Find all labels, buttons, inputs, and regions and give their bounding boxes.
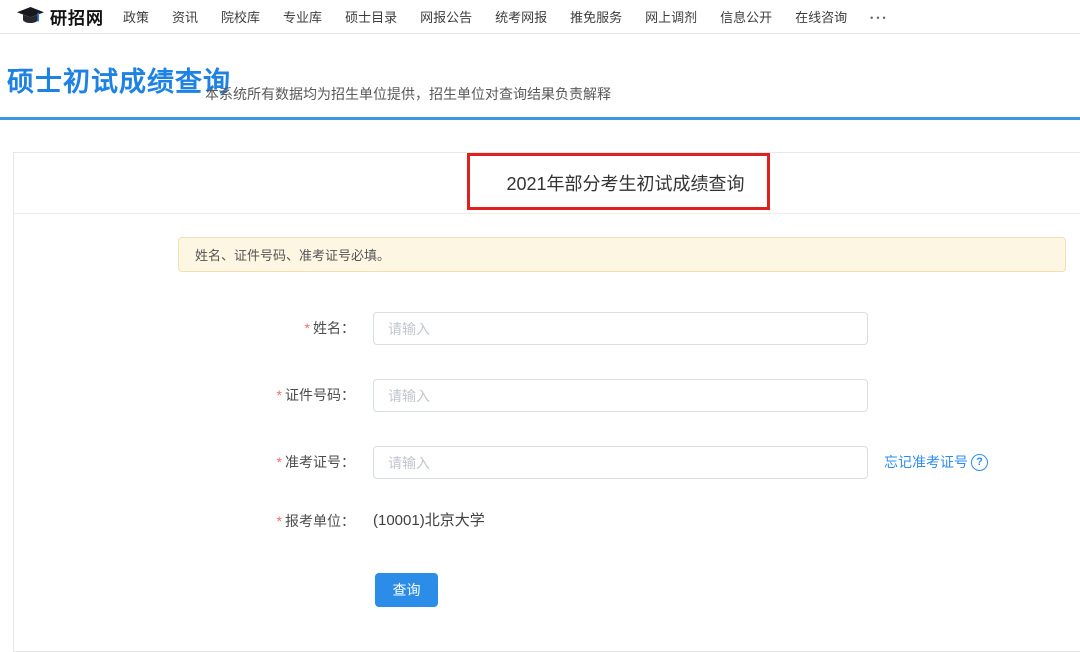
nav-item-news[interactable]: 资讯 bbox=[172, 7, 198, 26]
nav-item-online-report-notice[interactable]: 网报公告 bbox=[420, 7, 472, 26]
page-title: 硕士初试成绩查询 bbox=[7, 60, 231, 99]
nav-item-online-adjustment[interactable]: 网上调剂 bbox=[645, 7, 697, 26]
logo-text: 研招网 bbox=[50, 4, 104, 29]
nav-item-info-disclosure[interactable]: 信息公开 bbox=[720, 7, 772, 26]
required-asterisk: * bbox=[305, 320, 310, 336]
nav-item-online-consult[interactable]: 在线咨询 bbox=[795, 7, 847, 26]
ticket-number-label: *准考证号： bbox=[115, 446, 355, 479]
nav-item-school-library[interactable]: 院校库 bbox=[221, 7, 260, 26]
site-logo[interactable]: 研招网 bbox=[17, 4, 104, 29]
query-panel: 2021年部分考生初试成绩查询 姓名、证件号码、准考证号必填。 *姓名： *证件… bbox=[13, 152, 1080, 652]
name-input[interactable] bbox=[373, 312, 868, 345]
required-asterisk: * bbox=[277, 454, 282, 470]
more-menu-icon[interactable]: ••• bbox=[870, 11, 888, 23]
help-icon: ? bbox=[971, 454, 988, 471]
notice-text: 姓名、证件号码、准考证号必填。 bbox=[195, 245, 390, 264]
nav-item-policy[interactable]: 政策 bbox=[123, 7, 149, 26]
page-subtitle: 本系统所有数据均为招生单位提供，招生单位对查询结果负责解释 bbox=[205, 84, 611, 104]
required-asterisk: * bbox=[277, 513, 282, 529]
institution-value: (10001)北京大学 bbox=[373, 511, 485, 531]
forgot-ticket-link[interactable]: 忘记准考证号 ? bbox=[884, 452, 988, 472]
panel-title: 2021年部分考生初试成绩查询 bbox=[506, 170, 744, 196]
name-label: *姓名： bbox=[115, 312, 355, 345]
nav-item-major-library[interactable]: 专业库 bbox=[283, 7, 322, 26]
nav-item-exempt-service[interactable]: 推免服务 bbox=[570, 7, 622, 26]
header-divider bbox=[0, 117, 1080, 120]
graduation-cap-icon bbox=[17, 7, 44, 27]
top-navbar: 研招网 政策 资讯 院校库 专业库 硕士目录 网报公告 统考网报 推免服务 网上… bbox=[0, 0, 1080, 34]
nav-menu: 政策 资讯 院校库 专业库 硕士目录 网报公告 统考网报 推免服务 网上调剂 信… bbox=[123, 7, 889, 26]
query-button[interactable]: 查询 bbox=[375, 573, 438, 607]
required-fields-notice: 姓名、证件号码、准考证号必填。 bbox=[178, 237, 1066, 272]
forgot-ticket-link-text: 忘记准考证号 bbox=[884, 452, 968, 472]
id-number-label: *证件号码： bbox=[115, 379, 355, 412]
ticket-number-input[interactable] bbox=[373, 446, 868, 479]
nav-item-master-catalog[interactable]: 硕士目录 bbox=[345, 7, 397, 26]
panel-header: 2021年部分考生初试成绩查询 bbox=[14, 153, 1080, 214]
nav-item-unified-exam-report[interactable]: 统考网报 bbox=[495, 7, 547, 26]
required-asterisk: * bbox=[277, 387, 282, 403]
id-number-input[interactable] bbox=[373, 379, 868, 412]
institution-label: *报考单位： bbox=[115, 511, 355, 531]
